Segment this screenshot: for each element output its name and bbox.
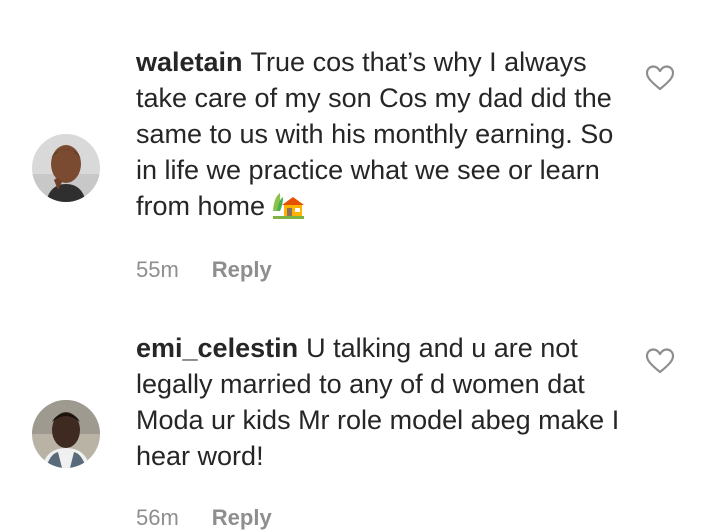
comment-meta: 55m Reply <box>136 257 272 283</box>
timestamp: 56m <box>136 505 179 530</box>
avatar[interactable] <box>32 400 100 468</box>
avatar[interactable] <box>32 134 100 202</box>
comment-body: waletain True cos that’s why I always tak… <box>136 44 626 228</box>
reply-button[interactable]: Reply <box>212 505 272 531</box>
comment-body: emi_celestin U talking and u are not lega… <box>136 330 626 474</box>
heart-outline-icon[interactable] <box>645 347 675 375</box>
comment-meta: 56m Reply <box>136 505 272 531</box>
house-emoji-icon <box>271 191 305 228</box>
timestamp: 55m <box>136 257 179 282</box>
username[interactable]: emi_celestin <box>136 333 298 363</box>
heart-outline-icon[interactable] <box>645 64 675 92</box>
comment: waletain True cos that’s why I always tak… <box>0 44 720 294</box>
username[interactable]: waletain <box>136 47 243 77</box>
reply-button[interactable]: Reply <box>212 257 272 283</box>
comment: emi_celestin U talking and u are not lega… <box>0 330 720 531</box>
